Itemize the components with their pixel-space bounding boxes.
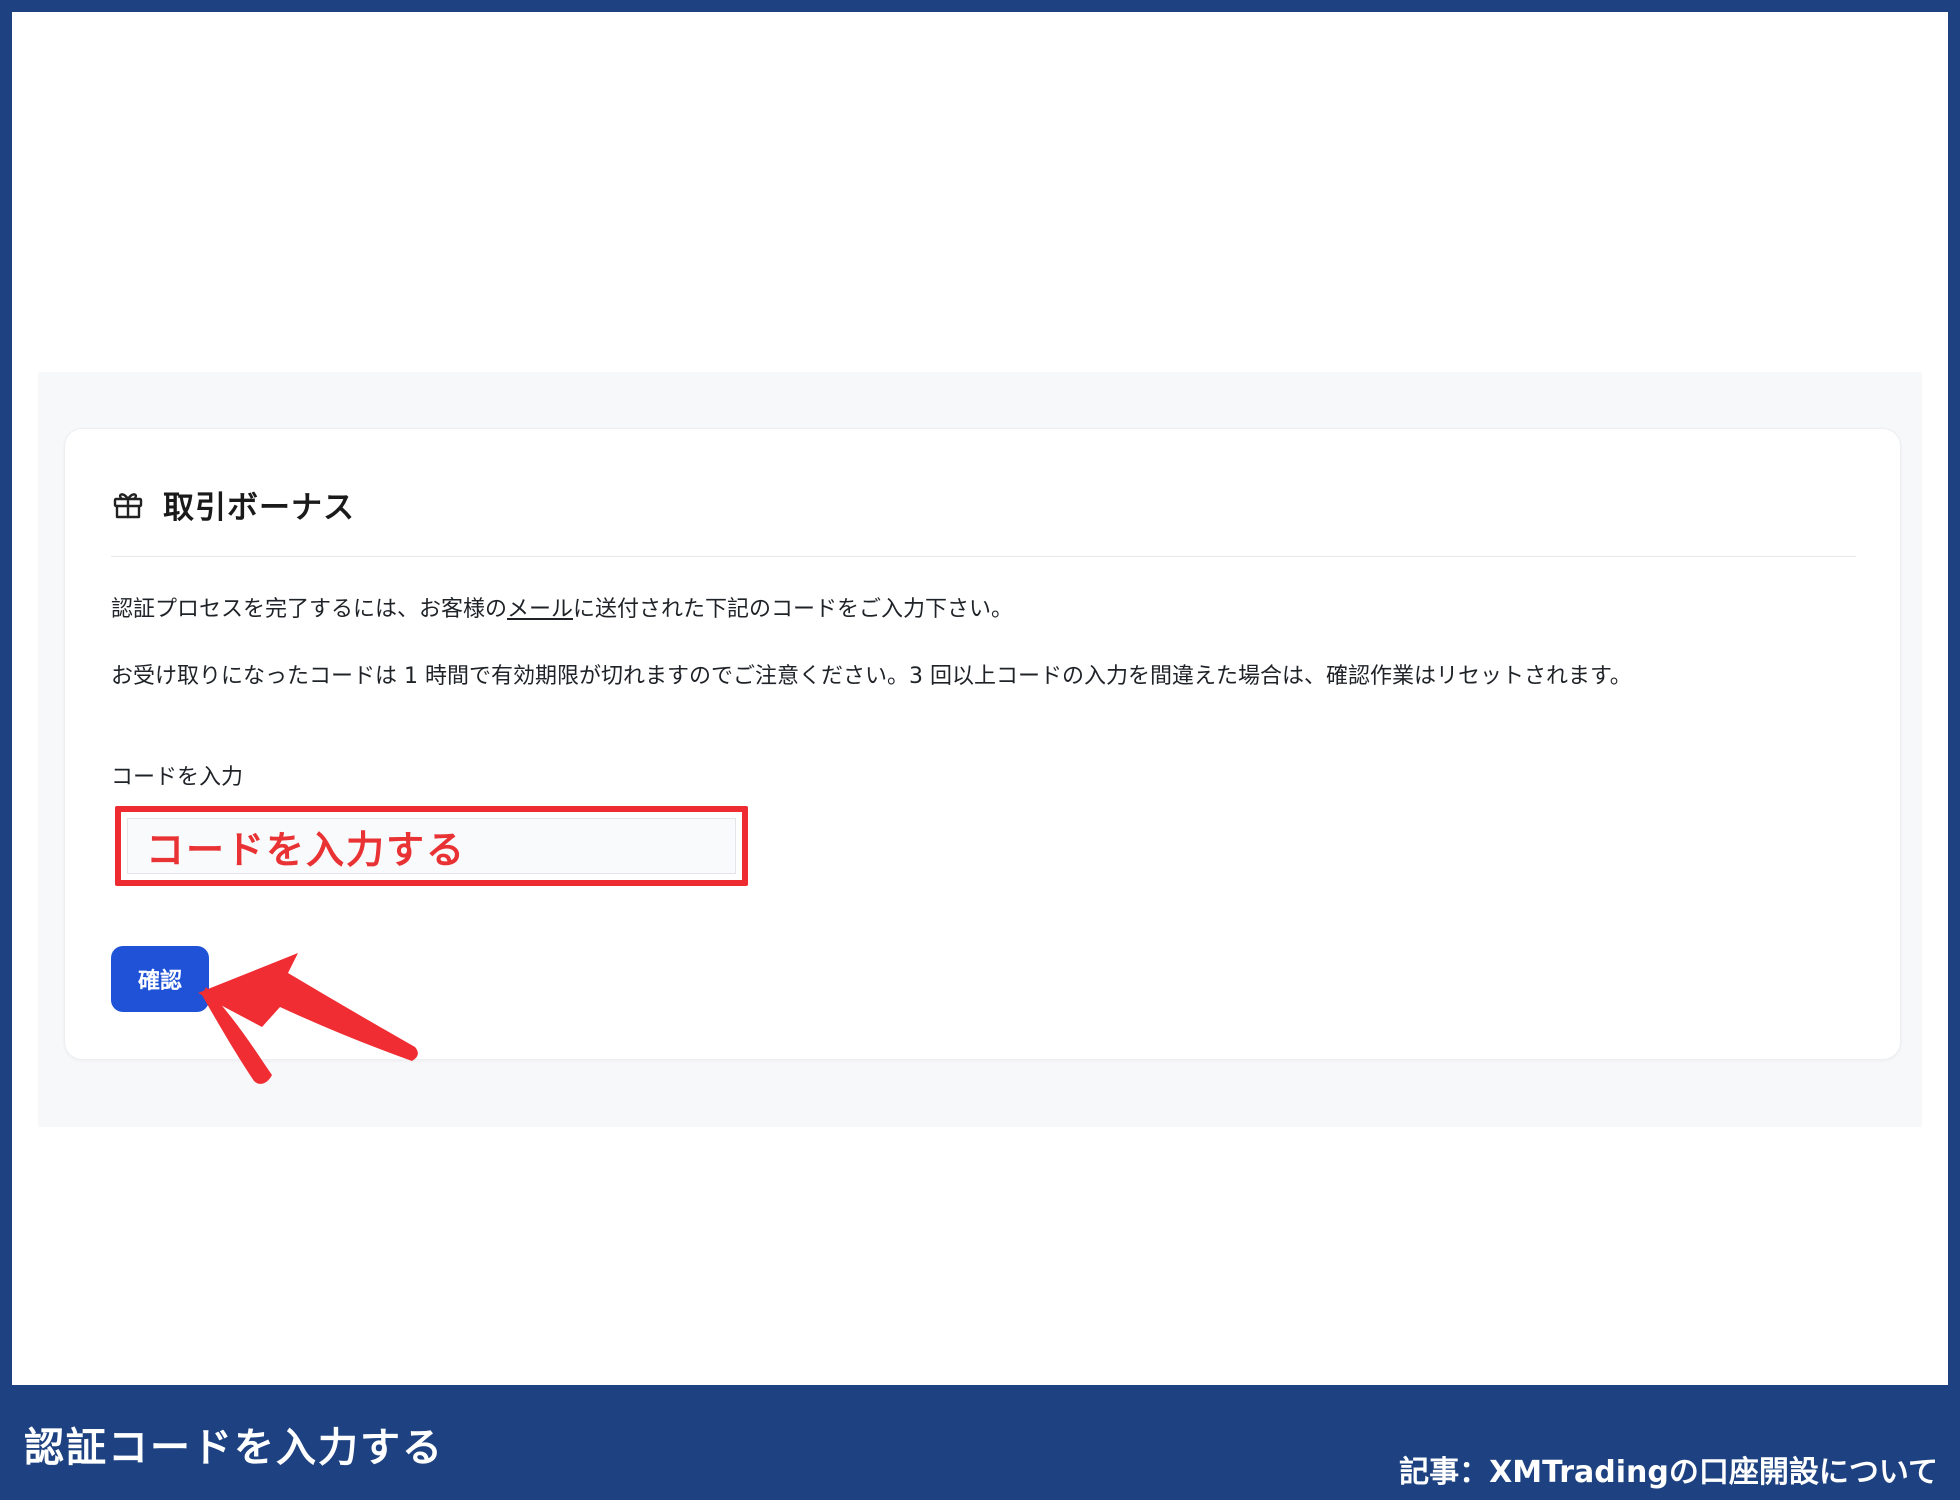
code-input[interactable]: コードを入力する <box>127 818 736 874</box>
expiry-notice: お受け取りになったコードは 1 時間で有効期限が切れますのでご注意ください。3 … <box>111 664 1632 689</box>
card-title: 取引ボーナス <box>163 489 355 526</box>
card-header: 取引ボーナス <box>111 481 355 527</box>
caption-source: 記事：XMTradingの口座開設について <box>1399 1455 1938 1490</box>
code-input-annotation: コードを入力する <box>146 827 467 872</box>
gift-icon <box>113 493 143 519</box>
arrow-icon <box>198 953 418 1084</box>
caption-bar: 認証コードを入力する 記事：XMTradingの口座開設について <box>0 1385 1960 1500</box>
instruction-text-end: に送付された下記のコードをご入力下さい。 <box>573 597 1014 622</box>
divider <box>111 556 1856 557</box>
mail-link[interactable]: メール <box>507 597 573 622</box>
instruction-text: 認証プロセスを完了するには、お客様のメールに送付された下記のコードをご入力下さい… <box>111 591 1013 623</box>
code-field-label: コードを入力 <box>111 765 244 790</box>
caption-title: 認証コードを入力する <box>24 1425 444 1471</box>
code-input-highlight: コードを入力する <box>115 806 748 886</box>
instruction-text-start: 認証プロセスを完了するには、お客様の <box>111 597 508 622</box>
